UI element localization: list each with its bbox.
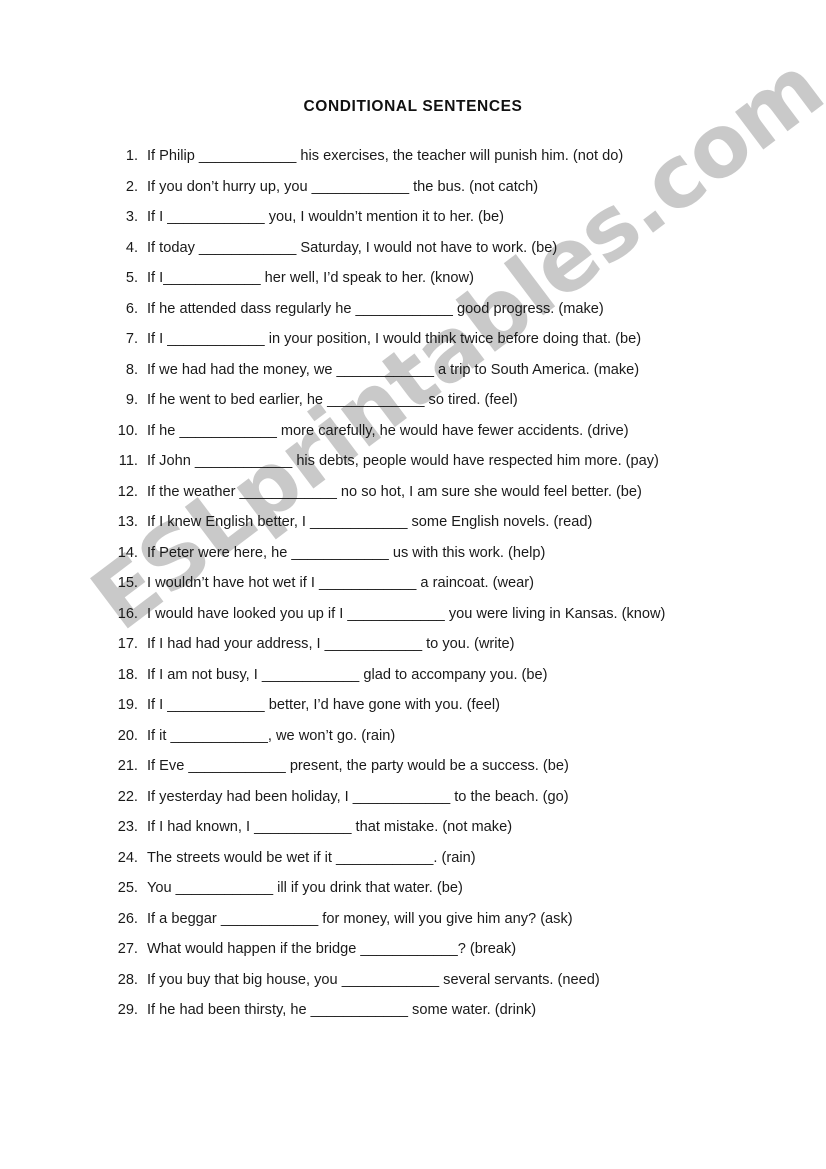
exercise-item: 9. If he went to bed earlier, he ________… [108, 385, 748, 416]
exercise-list: 1. If Philip ____________ his exercises, … [108, 141, 748, 1026]
exercise-number: 21. [117, 758, 138, 774]
exercise-item: 16. I would have looked you up if I _____… [108, 599, 748, 630]
exercise-number: 15. [117, 575, 138, 591]
exercise-item: 13. If I knew English better, I _________… [108, 507, 748, 538]
exercise-sentence: If John ____________ his debts, people w… [147, 453, 659, 469]
exercise-number: 6. [125, 300, 138, 317]
exercise-item: 10. If he ____________ more carefully, he… [108, 416, 748, 447]
exercise-number: 19. [117, 697, 138, 713]
exercise-sentence: If it ____________, we won’t go. (rain) [147, 727, 396, 744]
exercise-item: 26. If a beggar ____________ for money, w… [108, 904, 748, 935]
exercise-number: 3. [125, 209, 138, 225]
exercise-number: 25. [117, 880, 138, 896]
exercise-number: 14. [117, 544, 138, 561]
exercise-sentence: If Peter were here, he ____________ us w… [147, 544, 546, 561]
exercise-item: 23. If I had known, I ____________ that m… [108, 812, 748, 843]
exercise-item: 14. If Peter were here, he ____________ u… [108, 538, 748, 569]
exercise-number: 26. [117, 910, 138, 927]
exercise-sentence: I would have looked you up if I ________… [147, 605, 666, 622]
exercise-sentence: If I had known, I ____________ that mist… [147, 819, 513, 835]
exercise-number: 13. [117, 514, 138, 530]
exercise-number: 5. [125, 270, 138, 286]
exercise-number: 22. [117, 788, 138, 805]
exercise-item: 6. If he attended dass regularly he _____… [108, 294, 748, 325]
exercise-number: 23. [117, 819, 138, 835]
exercise-item: 21. If Eve ____________ present, the part… [108, 751, 748, 782]
exercise-number: 29. [117, 1002, 138, 1018]
exercise-sentence: If I____________ her well, I’d speak to … [147, 270, 474, 286]
exercise-number: 16. [117, 605, 138, 622]
exercise-item: 2. If you don’t hurry up, you ___________… [108, 172, 748, 203]
exercise-item: 7. If I ____________ in your position, I … [108, 324, 748, 355]
exercise-number: 28. [117, 971, 138, 988]
exercise-sentence: If I am not busy, I ____________ glad to… [147, 666, 548, 683]
exercise-sentence: If I knew English better, I ____________… [147, 514, 593, 530]
exercise-item: 15. I wouldn’t have hot wet if I ________… [108, 568, 748, 599]
exercise-sentence: If I ____________ better, I’d have gone … [147, 697, 500, 713]
exercise-sentence: If Philip ____________ his exercises, th… [147, 148, 624, 164]
exercise-item: 22. If yesterday had been holiday, I ____… [108, 782, 748, 813]
exercise-sentence: If Eve ____________ present, the party w… [147, 758, 569, 774]
exercise-sentence: If I had had your address, I ___________… [147, 636, 515, 652]
exercise-sentence: If I ____________ you, I wouldn’t mentio… [147, 209, 504, 225]
exercise-number: 27. [117, 941, 138, 957]
exercise-item: 12. If the weather ____________ no so hot… [108, 477, 748, 508]
exercise-number: 1. [125, 148, 138, 164]
exercise-sentence: If he went to bed earlier, he __________… [147, 392, 518, 408]
exercise-sentence: The streets would be wet if it _________… [147, 849, 476, 866]
exercise-item: 24. The streets would be wet if it ______… [108, 843, 748, 874]
exercise-item: 8. If we had had the money, we __________… [108, 355, 748, 386]
exercise-number: 2. [125, 178, 138, 195]
exercise-number: 24. [117, 849, 138, 866]
exercise-sentence: If he attended dass regularly he _______… [147, 300, 604, 317]
exercise-number: 7. [125, 331, 138, 347]
exercise-number: 11. [118, 453, 138, 469]
exercise-sentence: If today ____________ Saturday, I would … [147, 239, 558, 256]
exercise-number: 9. [125, 392, 138, 408]
exercise-item: 19. If I ____________ better, I’d have go… [108, 690, 748, 721]
exercise-item: 29. If he had been thirsty, he __________… [108, 995, 748, 1026]
exercise-item: 17. If I had had your address, I ________… [108, 629, 748, 660]
exercise-sentence: You ____________ ill if you drink that w… [147, 880, 463, 896]
exercise-item: 20. If it ____________, we won’t go. (rai… [108, 721, 748, 752]
exercise-sentence: If he had been thirsty, he ____________ … [147, 1002, 537, 1018]
exercise-item: 28. If you buy that big house, you ______… [108, 965, 748, 996]
exercise-item: 27. What would happen if the bridge _____… [108, 934, 748, 965]
exercise-item: 5. If I____________ her well, I’d speak t… [108, 263, 748, 294]
exercise-sentence: If a beggar ____________ for money, will… [147, 910, 573, 927]
exercise-item: 25. You ____________ ill if you drink tha… [108, 873, 748, 904]
exercise-item: 3. If I ____________ you, I wouldn’t ment… [108, 202, 748, 233]
exercise-sentence: What would happen if the bridge ________… [147, 941, 517, 957]
page-title: CONDITIONAL SENTENCES [303, 98, 523, 115]
exercise-sentence: If he ____________ more carefully, he wo… [147, 422, 629, 439]
exercise-item: 18. If I am not busy, I ____________ glad… [108, 660, 748, 691]
exercise-number: 8. [125, 361, 138, 378]
exercise-number: 20. [117, 727, 138, 744]
exercise-sentence: If the weather ____________ no so hot, I… [147, 483, 642, 500]
exercise-sentence: If you buy that big house, you _________… [147, 971, 600, 988]
exercise-sentence: If you don’t hurry up, you ____________ … [147, 178, 539, 195]
exercise-item: 11. If John ____________ his debts, peopl… [108, 446, 748, 477]
exercise-number: 4. [125, 239, 138, 256]
exercise-item: 1. If Philip ____________ his exercises, … [108, 141, 748, 172]
exercise-item: 4. If today ____________ Saturday, I woul… [108, 233, 748, 264]
exercise-number: 10. [117, 422, 138, 439]
exercise-number: 12. [117, 483, 138, 500]
worksheet-page: ESLprintables.com CONDITIONAL SENTENCES … [0, 0, 826, 1169]
exercise-sentence: If I ____________ in your position, I wo… [147, 331, 642, 347]
exercise-sentence: If yesterday had been holiday, I _______… [147, 788, 569, 805]
exercise-number: 17. [117, 636, 138, 652]
exercise-sentence: I wouldn’t have hot wet if I ___________… [147, 575, 534, 591]
exercise-sentence: If we had had the money, we ____________… [147, 361, 640, 378]
exercise-number: 18. [117, 666, 138, 683]
